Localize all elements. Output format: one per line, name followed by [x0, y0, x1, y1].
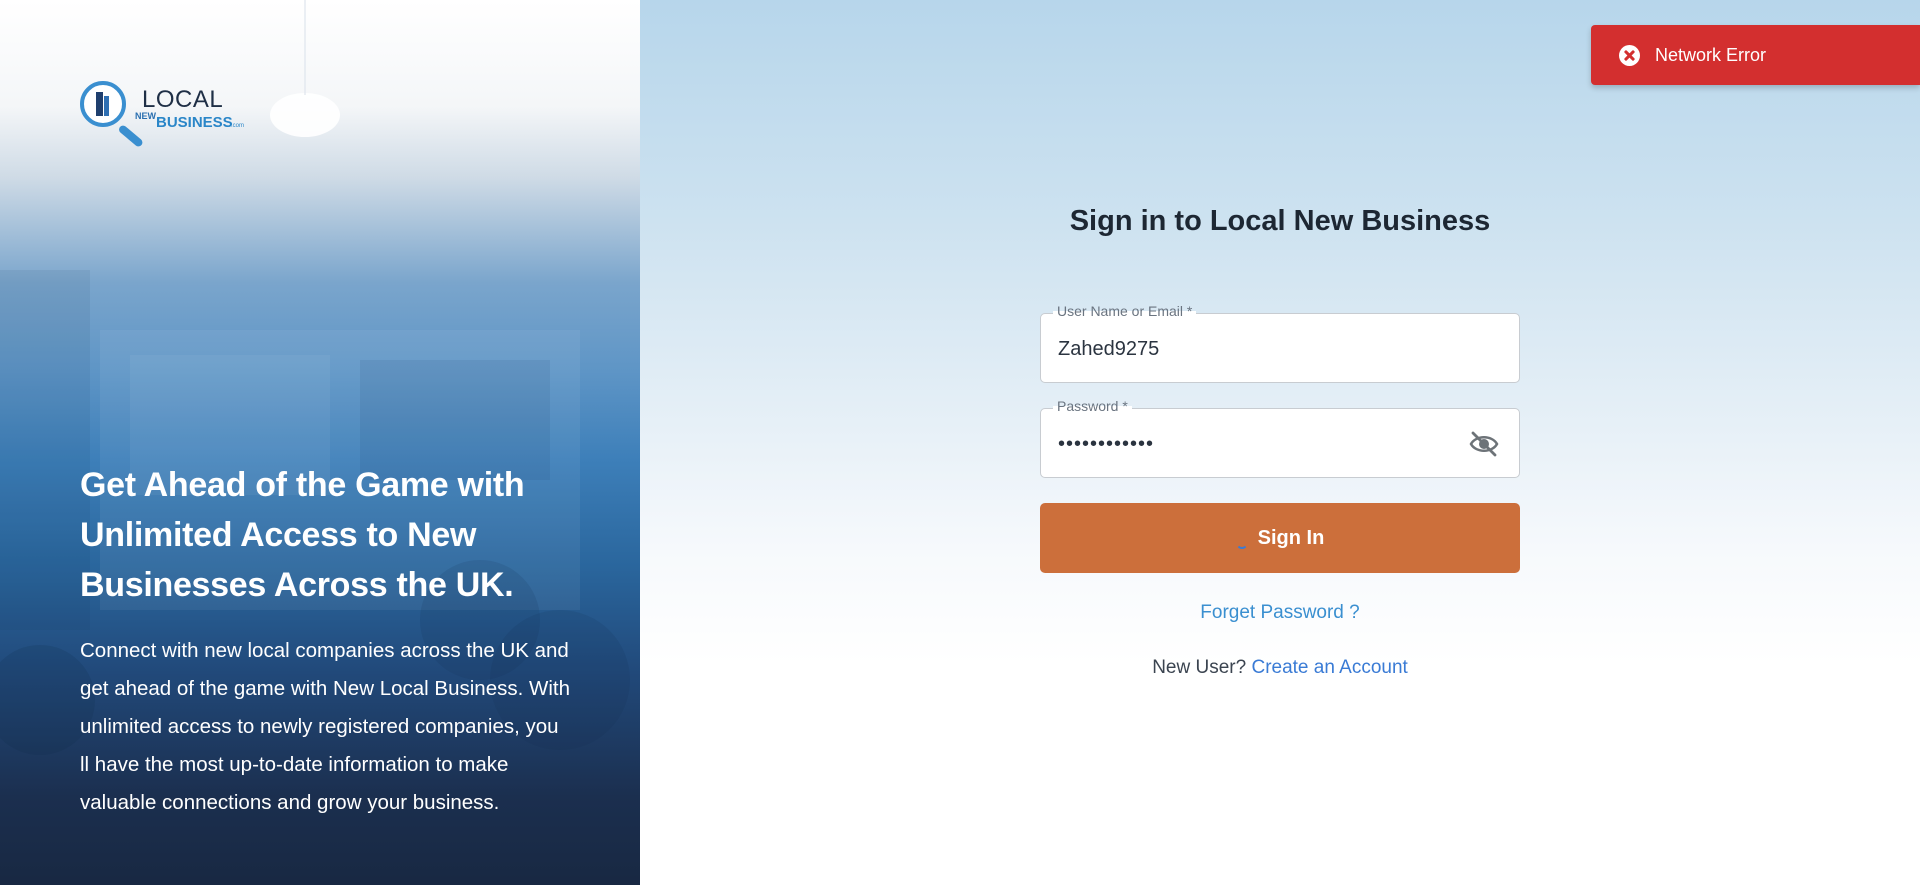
username-field[interactable]: User Name or Email * [1040, 303, 1520, 383]
logo-word-local: LOCAL [142, 86, 224, 113]
close-circle-icon [1619, 44, 1640, 66]
signin-button[interactable]: Sign In [1040, 503, 1520, 573]
password-input[interactable] [1058, 424, 1458, 464]
logo-word-business: BUSINESS [156, 114, 233, 131]
hero-panel: LOCAL NEW BUSINESS .com Get Ahead of the… [0, 0, 640, 885]
forgot-password-link[interactable]: Forget Password ? [1040, 602, 1520, 624]
brand-logo[interactable]: LOCAL NEW BUSINESS .com [78, 78, 250, 149]
password-label: Password * [1053, 398, 1132, 414]
loading-spinner-icon [1235, 537, 1248, 549]
new-user-prompt: New User? [1152, 657, 1247, 678]
logo-word-new: NEW [135, 111, 156, 121]
eye-off-icon[interactable] [1469, 430, 1499, 458]
username-input[interactable] [1058, 329, 1458, 369]
logo-word-com: .com [231, 123, 245, 129]
signin-title: Sign in to Local New Business [1069, 205, 1491, 237]
hero-description: Connect with new local companies across … [80, 639, 570, 814]
toast-message: Network Error [1655, 44, 1767, 65]
create-account-link[interactable]: Create an Account [1251, 657, 1407, 678]
new-user-row: New User? Create an Account [1040, 657, 1520, 679]
hero-title: Get Ahead of the Game with Unlimited Acc… [80, 466, 525, 604]
error-toast[interactable]: Network Error [1591, 25, 1920, 85]
username-label: User Name or Email * [1053, 303, 1197, 319]
signin-button-label: Sign In [1257, 526, 1325, 549]
password-field[interactable]: Password * [1040, 398, 1520, 478]
magnifier-icon [80, 81, 126, 127]
